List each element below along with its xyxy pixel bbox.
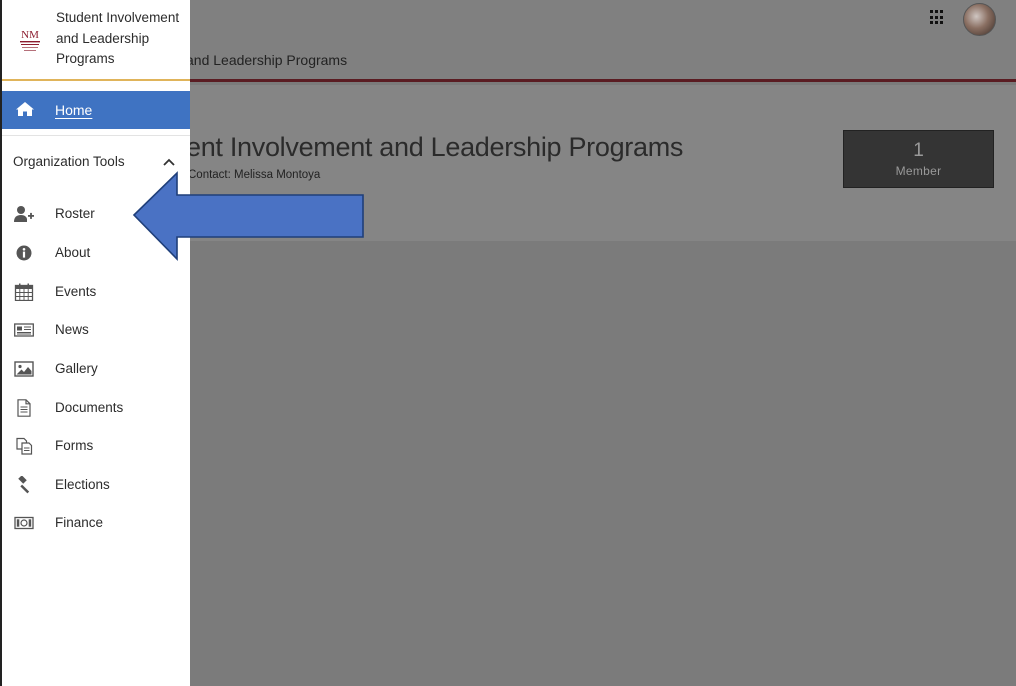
calendar-icon <box>14 283 34 301</box>
sidebar-item-elections[interactable]: Elections <box>2 469 190 501</box>
sidebar-item-label: Elections <box>55 477 110 492</box>
sidebar-item-label: Finance <box>55 515 104 530</box>
sidebar-item-news[interactable]: News <box>2 314 190 346</box>
sidebar-item-label: Documents <box>55 400 124 415</box>
member-count: 1 <box>913 140 924 161</box>
sidebar-nav: NM Student Involvement and Leadership Pr… <box>0 0 190 686</box>
money-icon <box>14 516 34 530</box>
user-avatar[interactable] <box>963 3 996 36</box>
breadcrumb[interactable]: and Leadership Programs <box>186 52 347 68</box>
sidebar-brand[interactable]: NM Student Involvement and Leadership Pr… <box>2 0 190 81</box>
newspaper-icon <box>14 323 34 337</box>
sidebar-item-label: Gallery <box>55 361 98 376</box>
info-icon <box>16 245 32 261</box>
sidebar-item-documents[interactable]: Documents <box>2 392 190 424</box>
image-icon <box>14 361 34 377</box>
sidebar-item-label: Forms <box>55 438 94 453</box>
org-logo-icon: NM <box>18 25 42 53</box>
gavel-icon <box>18 476 30 494</box>
home-icon <box>16 102 34 116</box>
sidebar-item-forms[interactable]: Forms <box>2 430 190 462</box>
add-user-icon <box>14 206 34 222</box>
sidebar-item-events[interactable]: Events <box>2 276 190 308</box>
org-name: Student Involvement and Leadership Progr… <box>56 10 180 66</box>
sidebar-item-label: News <box>55 322 89 337</box>
member-count-card[interactable]: 1 Member <box>843 130 994 188</box>
section-title-organization-tools[interactable]: Organization Tools <box>13 154 125 169</box>
chevron-up-icon[interactable] <box>162 157 176 167</box>
sidebar-item-home[interactable]: Home <box>2 91 190 129</box>
sidebar-item-gallery[interactable]: Gallery <box>2 353 190 385</box>
sidebar-item-finance[interactable]: Finance <box>2 507 190 539</box>
member-label: Member <box>895 164 942 178</box>
forms-icon <box>16 437 33 455</box>
sidebar-item-label: Roster <box>55 206 95 221</box>
pointer-arrow-annotation <box>132 171 364 261</box>
sidebar-item-label: Home <box>55 102 93 118</box>
sidebar-item-label: About <box>55 245 91 260</box>
apps-grid-icon[interactable] <box>930 10 945 25</box>
svg-text:NM: NM <box>21 29 39 41</box>
sidebar-item-label: Events <box>55 284 97 299</box>
org-title: ent Involvement and Leadership Programs <box>186 132 684 162</box>
document-icon <box>17 399 31 417</box>
divider <box>2 135 190 136</box>
